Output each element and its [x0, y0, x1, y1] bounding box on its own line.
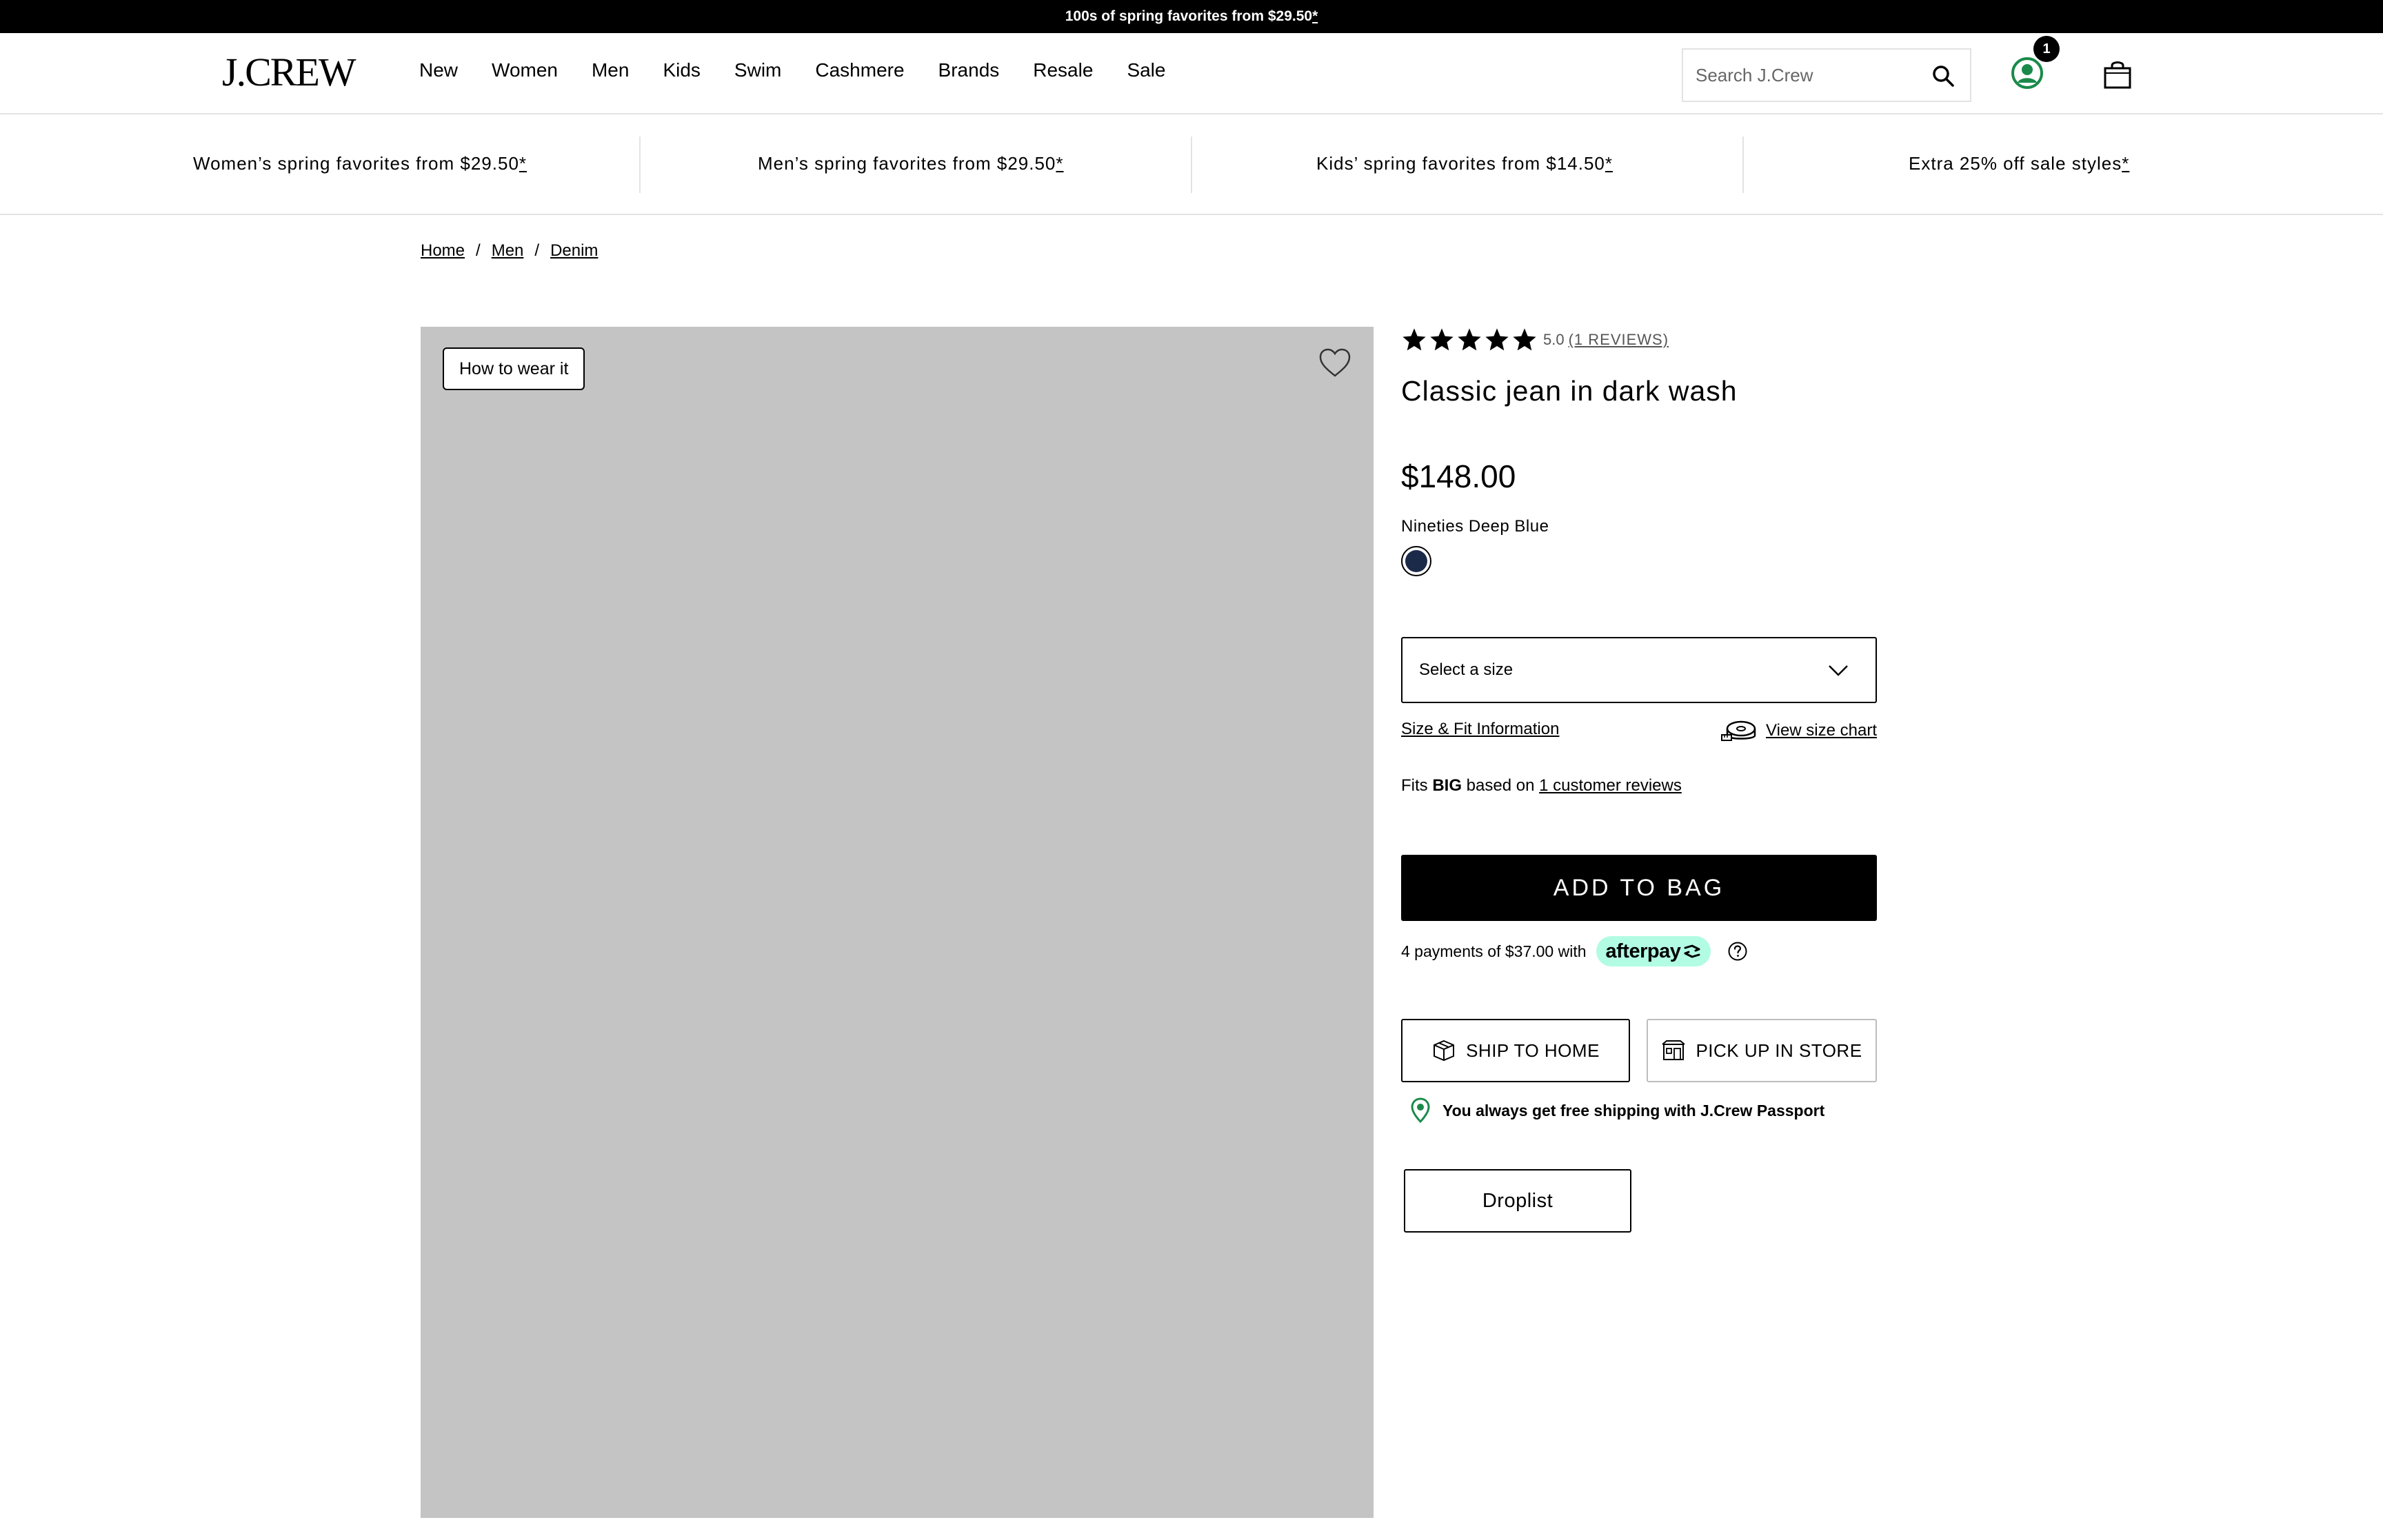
promo-kids[interactable]: Kids’ spring favorites from $14.50* — [1316, 153, 1613, 174]
nav-item-kids[interactable]: Kids — [663, 59, 700, 81]
fit-prefix: Fits — [1401, 776, 1433, 795]
pick-up-in-store-button[interactable]: PICK UP IN STORE — [1647, 1019, 1877, 1082]
search-icon[interactable] — [1931, 64, 1955, 88]
ship-to-home-label: SHIP TO HOME — [1466, 1040, 1600, 1061]
star-icon — [1458, 328, 1481, 351]
color-name: Nineties Deep Blue — [1401, 517, 1549, 536]
shopping-bag-icon[interactable] — [2102, 59, 2133, 90]
afterpay-text: 4 payments of $37.00 with — [1401, 942, 1587, 960]
swatch-fill — [1405, 550, 1427, 572]
afterpay-row: 4 payments of $37.00 with afterpay — [1401, 936, 1748, 966]
nav-item-women[interactable]: Women — [492, 59, 558, 81]
breadcrumb-home[interactable]: Home — [421, 241, 465, 261]
afterpay-badge[interactable]: afterpay — [1596, 936, 1711, 966]
breadcrumb-men[interactable]: Men — [492, 241, 524, 261]
promo-women-asterisk[interactable]: * — [519, 153, 527, 174]
fit-middle: based on — [1462, 776, 1540, 795]
add-to-bag-button[interactable]: ADD TO BAG — [1401, 855, 1877, 921]
product-price: $148.00 — [1401, 458, 1516, 494]
promo-row: Women’s spring favorites from $29.50* Me… — [0, 114, 2383, 215]
main-nav: New Women Men Kids Swim Cashmere Brands … — [419, 59, 1199, 81]
breadcrumb-separator: / — [534, 241, 540, 260]
nav-item-men[interactable]: Men — [592, 59, 629, 81]
rating: 5.0 (1 REVIEWS) — [1401, 327, 1669, 353]
breadcrumb: Home / Men / Denim — [421, 241, 598, 261]
promo-men[interactable]: Men’s spring favorites from $29.50* — [758, 153, 1064, 174]
rating-score: 5.0 — [1543, 331, 1565, 348]
site-header: J.CREW New Women Men Kids Swim Cashmere … — [0, 33, 2383, 114]
fit-reviews-link[interactable]: 1 customer reviews — [1539, 776, 1682, 795]
promo-kids-asterisk[interactable]: * — [1605, 153, 1613, 174]
reviews-link[interactable]: (1 REVIEWS) — [1569, 331, 1669, 349]
nav-item-new[interactable]: New — [419, 59, 458, 81]
promo-sale[interactable]: Extra 25% off sale styles* — [1909, 153, 2129, 174]
jcrew-logo[interactable]: J.CREW — [222, 52, 356, 92]
star-icon — [1485, 328, 1509, 351]
promo-sale-asterisk[interactable]: * — [2122, 153, 2129, 174]
package-icon — [1434, 1040, 1455, 1062]
nav-item-cashmere[interactable]: Cashmere — [815, 59, 904, 81]
droplist-button[interactable]: Droplist — [1404, 1169, 1631, 1233]
promo-divider — [1191, 136, 1192, 193]
star-icon — [1402, 328, 1426, 351]
pick-up-in-store-label: PICK UP IN STORE — [1696, 1040, 1862, 1061]
promo-men-text: Men’s spring favorites from $29.50 — [758, 153, 1056, 174]
account-icon[interactable] — [2011, 57, 2044, 90]
star-rating[interactable] — [1401, 327, 1539, 353]
promo-women-text: Women’s spring favorites from $29.50 — [193, 153, 519, 174]
nav-item-swim[interactable]: Swim — [734, 59, 781, 81]
top-promo-banner[interactable]: 100s of spring favorites from $29.50 * — [0, 0, 2383, 33]
location-pin-icon — [1411, 1097, 1430, 1124]
afterpay-arrows-icon — [1684, 944, 1700, 958]
search-box — [1682, 48, 1971, 102]
star-icon — [1513, 328, 1536, 351]
size-select-label: Select a size — [1419, 660, 1514, 679]
how-to-wear-button[interactable]: How to wear it — [443, 347, 585, 390]
cart-count-badge: 1 — [2033, 36, 2060, 62]
size-chart-label: View size chart — [1766, 721, 1877, 740]
search-input[interactable] — [1696, 64, 1923, 86]
top-promo-asterisk-link[interactable]: * — [1312, 8, 1318, 25]
ship-to-home-button[interactable]: SHIP TO HOME — [1401, 1019, 1630, 1082]
nav-item-brands[interactable]: Brands — [938, 59, 1000, 81]
afterpay-logo-text: afterpay — [1605, 940, 1681, 962]
heart-icon[interactable] — [1318, 347, 1351, 378]
promo-sale-text: Extra 25% off sale styles — [1909, 153, 2122, 174]
store-icon — [1662, 1040, 1686, 1060]
star-icon — [1430, 328, 1454, 351]
question-mark-icon[interactable] — [1727, 941, 1748, 962]
nav-item-sale[interactable]: Sale — [1127, 59, 1165, 81]
promo-women[interactable]: Women’s spring favorites from $29.50* — [193, 153, 527, 174]
product-image[interactable]: How to wear it — [421, 327, 1374, 1518]
color-swatch[interactable] — [1401, 546, 1431, 576]
fit-summary: Fits BIG based on 1 customer reviews — [1401, 776, 1682, 796]
size-chart-link[interactable]: View size chart — [1720, 718, 1877, 743]
size-fit-information-link[interactable]: Size & Fit Information — [1401, 720, 1559, 739]
breadcrumb-separator: / — [476, 241, 481, 260]
promo-kids-text: Kids’ spring favorites from $14.50 — [1316, 153, 1605, 174]
breadcrumb-denim[interactable]: Denim — [550, 241, 598, 261]
promo-divider — [1742, 136, 1744, 193]
product-title: Classic jean in dark wash — [1401, 375, 1738, 407]
promo-divider — [639, 136, 641, 193]
chevron-down-icon — [1829, 665, 1848, 676]
top-promo-text: 100s of spring favorites from $29.50 — [1065, 8, 1313, 24]
nav-item-resale[interactable]: Resale — [1033, 59, 1093, 81]
fit-value: BIG — [1432, 776, 1462, 795]
passport-text: You always get free shipping with J.Crew… — [1442, 1101, 1825, 1119]
measuring-tape-icon — [1721, 720, 1756, 741]
size-select[interactable]: Select a size — [1401, 637, 1877, 703]
promo-men-asterisk[interactable]: * — [1056, 153, 1063, 174]
passport-shipping-note: You always get free shipping with J.Crew… — [1411, 1097, 1824, 1124]
